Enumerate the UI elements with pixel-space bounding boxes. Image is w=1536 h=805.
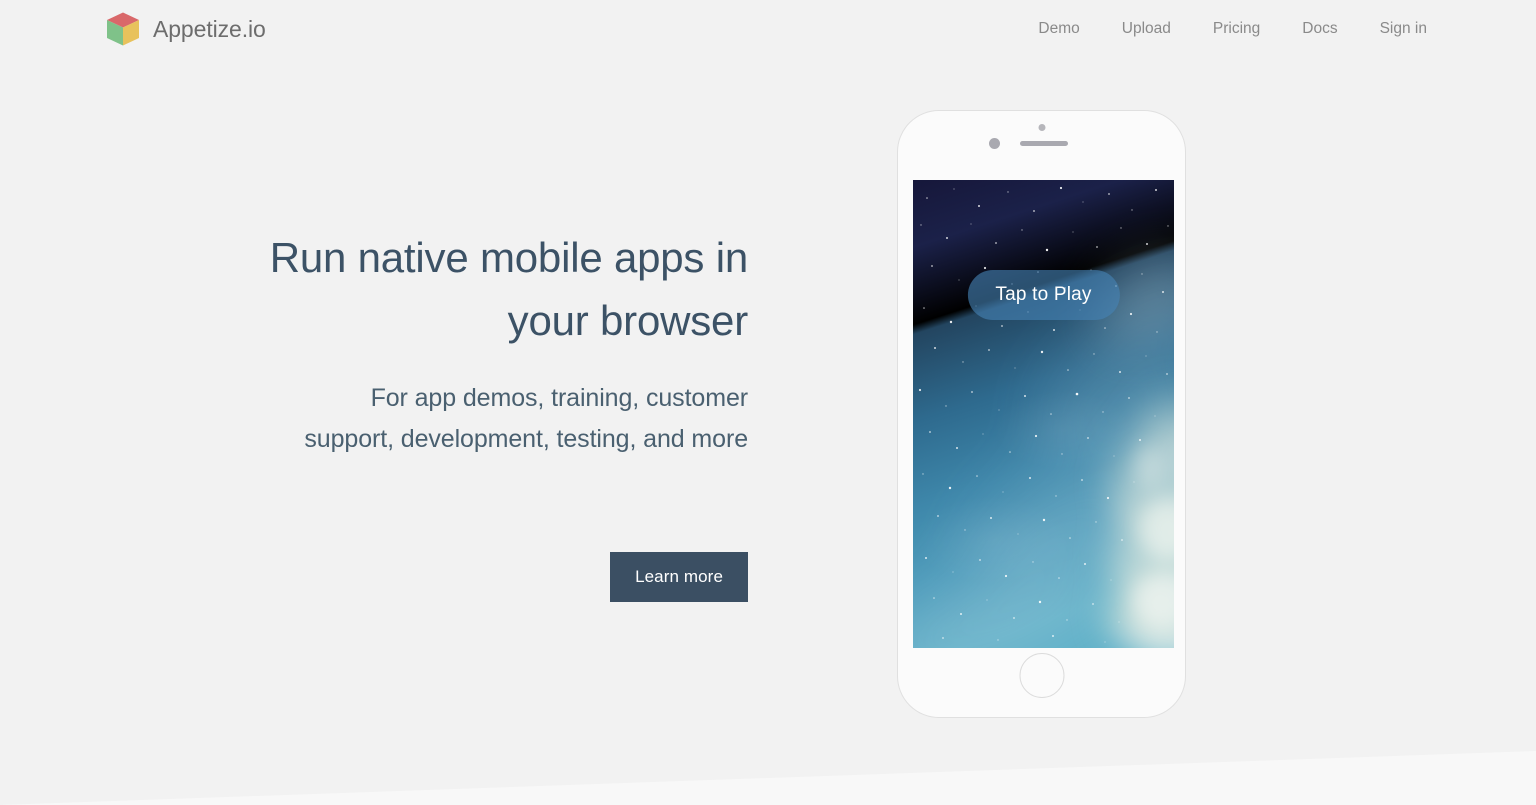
main-nav: Demo Upload Pricing Docs Sign in — [1017, 0, 1448, 57]
site-header: Appetize.io Demo Upload Pricing Docs Sig… — [0, 0, 1536, 57]
nav-item-demo[interactable]: Demo — [1017, 0, 1100, 57]
proximity-sensor-icon — [989, 138, 1000, 149]
hero-subtitle: For app demos, training, customer suppor… — [0, 378, 748, 460]
phone-mockup: Tap to Play — [897, 110, 1186, 718]
nav-item-pricing[interactable]: Pricing — [1192, 0, 1281, 57]
nebula-starfield-wallpaper — [913, 180, 1174, 648]
headline-line-1: Run native mobile apps in — [269, 234, 748, 281]
diagonal-wedge-shape — [0, 751, 1536, 805]
cube-logo-icon — [107, 12, 139, 46]
camera-dot-icon — [1038, 124, 1045, 131]
phone-screen[interactable]: Tap to Play — [913, 180, 1174, 648]
learn-more-button[interactable]: Learn more — [610, 552, 748, 602]
cta-container: Learn more — [0, 552, 748, 602]
subhead-line-2: support, development, testing, and more — [304, 425, 748, 453]
page-title: Run native mobile apps in your browser — [0, 226, 748, 352]
nav-item-sign-in[interactable]: Sign in — [1359, 0, 1448, 57]
landing-page: Appetize.io Demo Upload Pricing Docs Sig… — [0, 0, 1536, 805]
headline-line-2: your browser — [507, 297, 749, 344]
subhead-line-1: For app demos, training, customer — [370, 384, 749, 412]
bottom-diagonal-decoration — [0, 715, 1536, 805]
tap-to-play-button[interactable]: Tap to Play — [967, 270, 1120, 320]
nav-item-docs[interactable]: Docs — [1281, 0, 1358, 57]
nav-item-upload[interactable]: Upload — [1101, 0, 1192, 57]
brand-logo-link[interactable]: Appetize.io — [103, 9, 266, 49]
earpiece-speaker-icon — [1020, 141, 1068, 146]
home-button-icon[interactable] — [1019, 653, 1064, 698]
brand-name: Appetize.io — [153, 15, 266, 42]
